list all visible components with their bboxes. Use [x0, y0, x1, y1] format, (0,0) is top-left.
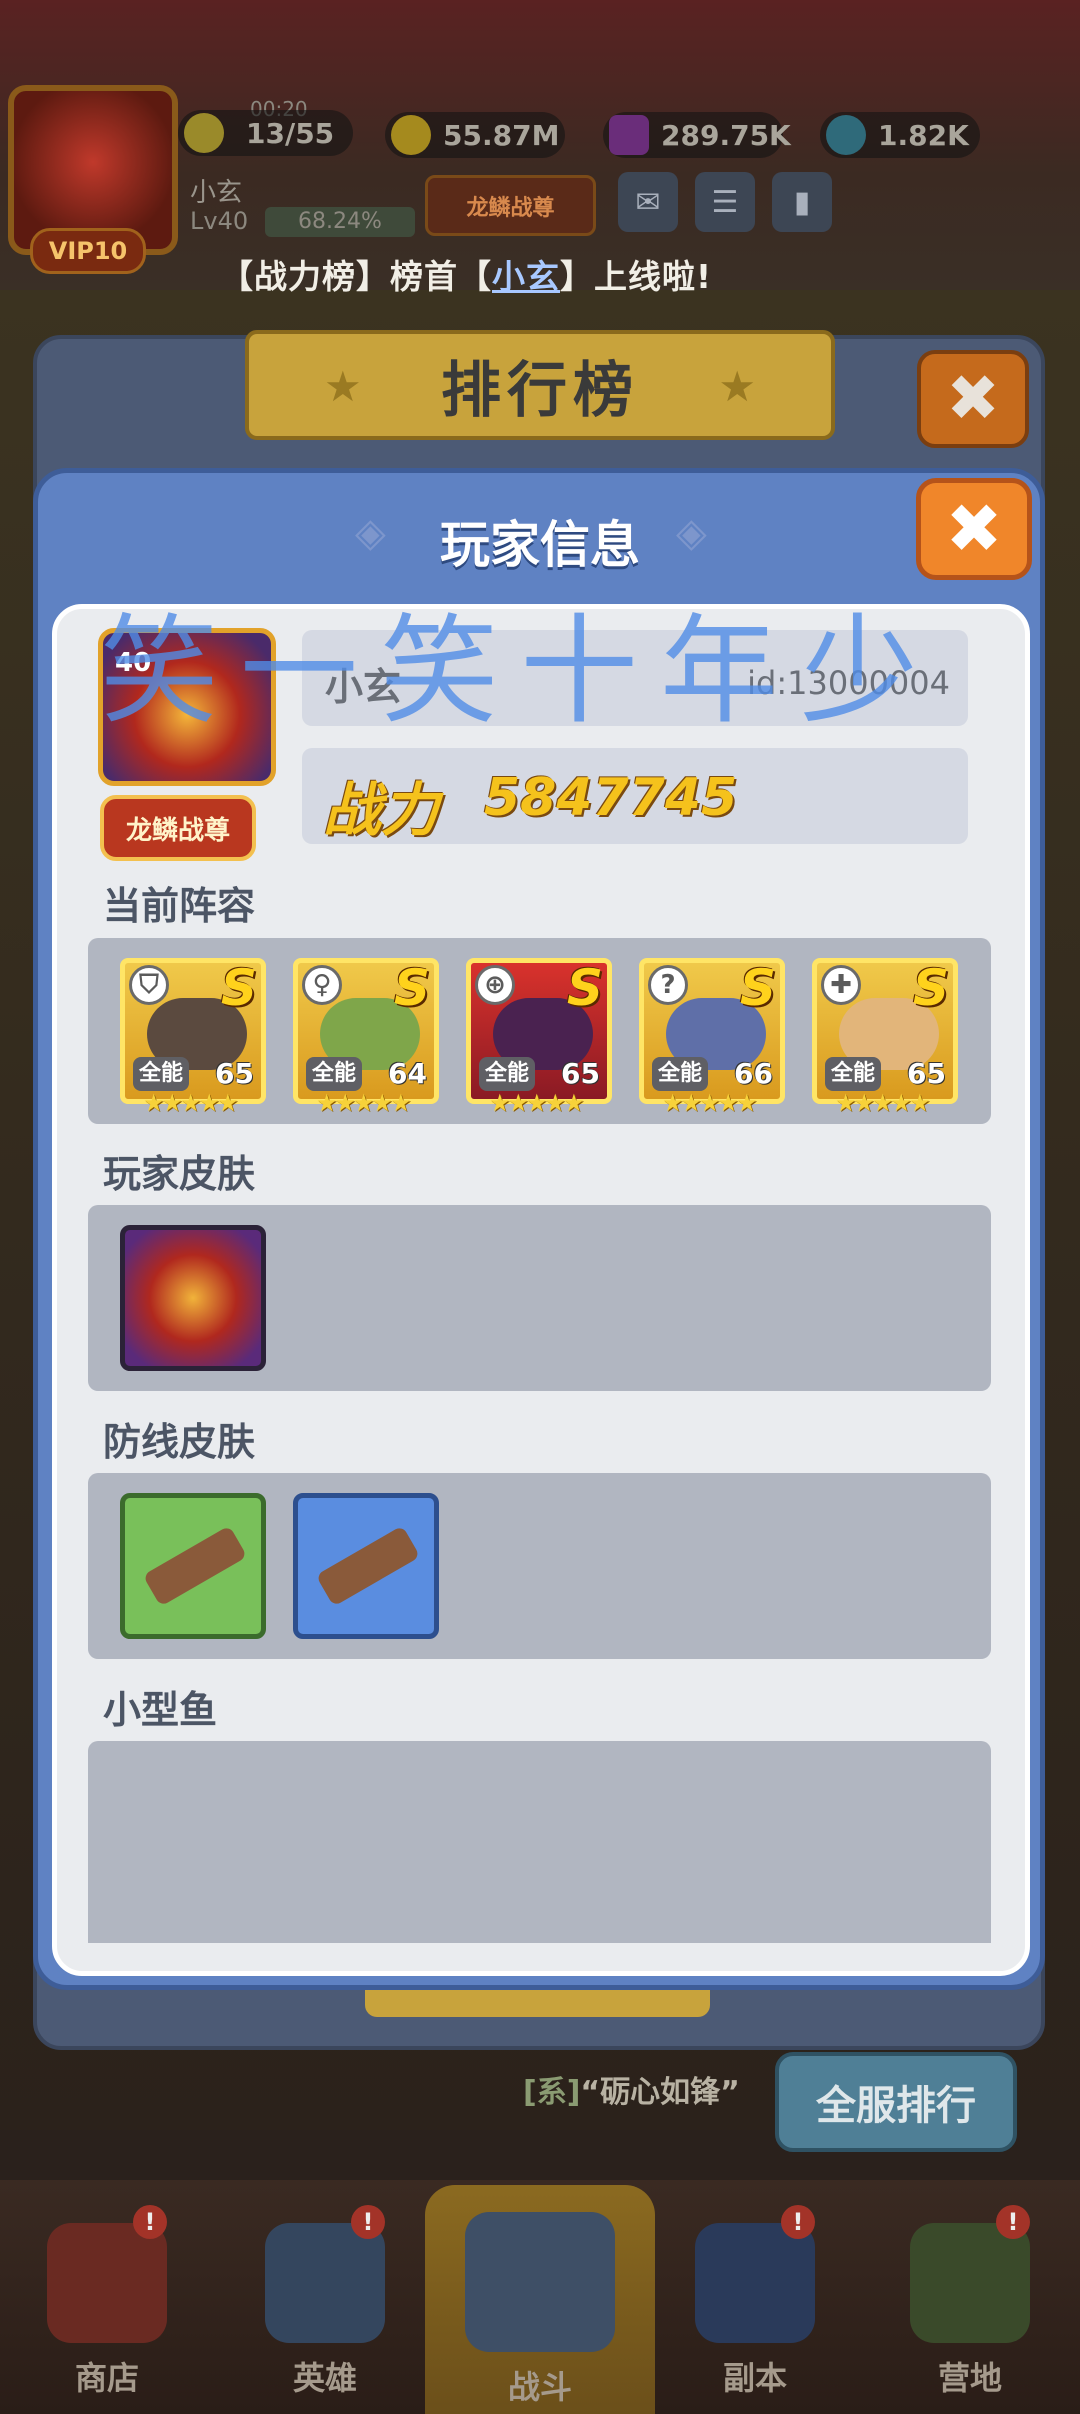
hero-card[interactable]: ? S 全能 66 ★★★★★ [639, 958, 785, 1117]
hero-grade: S [566, 959, 603, 1017]
nav-heroes[interactable]: ! 英雄 [240, 2195, 410, 2405]
camp-icon [910, 2223, 1030, 2343]
hero-stars: ★★★★★ [489, 1089, 585, 1117]
stamina-icon [184, 113, 224, 153]
stamina-counter[interactable]: 13/55 [178, 110, 353, 156]
hero-level: 66 [734, 1057, 773, 1090]
ranking-title-banner: ★ 排行榜 ★ [245, 330, 835, 440]
power-value: 5847745 [484, 768, 738, 828]
wand-icon: ? [648, 965, 688, 1005]
nav-shop[interactable]: ! 商店 [22, 2195, 192, 2405]
gold-coin-icon [391, 115, 431, 155]
dungeon-shield-icon [695, 2223, 815, 2343]
hero-level: 65 [561, 1057, 600, 1090]
lineup-section-title: 当前阵容 [103, 884, 256, 928]
shop-icon [47, 2223, 167, 2343]
small-fish-box [88, 1741, 991, 1943]
watermark-text: 笑一笑十年少 [100, 602, 941, 740]
nav-label: 副本 [722, 2359, 787, 2397]
announcement-prefix: 【战力榜】榜首【 [220, 257, 492, 296]
defense-skin-section-title: 防线皮肤 [103, 1420, 256, 1464]
diamond-icon [826, 115, 866, 155]
hero-class-tag: 全能 [652, 1057, 709, 1091]
player-title-badge: 龙鳞战尊 [100, 795, 256, 861]
hero-class-tag: 全能 [479, 1057, 536, 1091]
nav-camp[interactable]: ! 营地 [885, 2195, 1055, 2405]
gem-counter[interactable]: 289.75K [603, 112, 791, 158]
alert-badge: ! [351, 2205, 385, 2239]
alert-badge: ! [996, 2205, 1030, 2239]
ranking-chart-icon[interactable]: ▮ [772, 172, 832, 232]
hero-card[interactable]: ⊕ S 全能 65 ★★★★★ [466, 958, 612, 1117]
player-skin-item[interactable] [120, 1225, 266, 1371]
vip-badge[interactable]: VIP10 [30, 228, 146, 274]
bow-icon: ⊕ [475, 965, 515, 1005]
hero-helmet-icon [265, 2223, 385, 2343]
hud-player-level: Lv40 [190, 207, 249, 235]
hero-grade: S [393, 959, 430, 1017]
hud-title-badge[interactable]: 龙鳞战尊 [425, 175, 596, 236]
hero-stars: ★★★★★ [316, 1089, 412, 1117]
announcement-banner: 【战力榜】榜首【小玄】上线啦! [220, 250, 712, 298]
hero-card[interactable]: ⛉ S 全能 65 ★★★★★ [120, 958, 266, 1117]
player-skin-section-title: 玩家皮肤 [103, 1152, 256, 1196]
announcement-suffix: 】上线啦! [560, 257, 713, 296]
hero-grade: S [739, 959, 776, 1017]
hero-card[interactable]: ✚ S 全能 65 ★★★★★ [812, 958, 958, 1117]
nav-dungeon[interactable]: ! 副本 [670, 2195, 840, 2405]
chat-channel: [系] [523, 2075, 581, 2110]
nav-battle[interactable]: 战斗 [425, 2185, 655, 2414]
hero-grade: S [912, 959, 949, 1017]
gem-value: 289.75K [661, 118, 791, 152]
gold-counter[interactable]: 55.87M [385, 112, 565, 158]
alert-badge: ! [133, 2205, 167, 2239]
announcement-player-link[interactable]: 小玄 [492, 257, 560, 296]
crossed-swords-icon [465, 2212, 615, 2352]
nav-label: 战斗 [507, 2368, 572, 2406]
small-fish-section-title: 小型鱼 [103, 1688, 218, 1732]
exp-bar: 68.24% [265, 207, 415, 237]
hero-level: 64 [388, 1057, 427, 1090]
shield-icon: ⛉ [129, 965, 169, 1005]
mail-icon[interactable]: ✉ [618, 172, 678, 232]
hero-stars: ★★★★★ [835, 1089, 931, 1117]
hero-level: 65 [215, 1057, 254, 1090]
task-list-icon[interactable]: ☰ [695, 172, 755, 232]
stamina-value: 13/55 [246, 116, 335, 150]
hero-card[interactable]: ♀ S 全能 64 ★★★★★ [293, 958, 439, 1117]
diamond-deco-icon: ◈ [676, 510, 707, 556]
hero-stars: ★★★★★ [662, 1089, 758, 1117]
ranking-close-button[interactable]: ✖ [917, 350, 1029, 448]
hero-class-tag: 全能 [825, 1057, 882, 1091]
gold-value: 55.87M [443, 118, 560, 152]
barricade-icon [142, 1525, 248, 1607]
ranking-title: 排行榜 [441, 355, 639, 426]
hero-stars: ★★★★★ [143, 1089, 239, 1117]
hero-class-tag: 全能 [306, 1057, 363, 1091]
nav-label: 英雄 [292, 2359, 357, 2397]
diamond-counter[interactable]: 1.82K [820, 112, 980, 158]
star-icon: ★ [324, 362, 362, 411]
power-label: 战力 [323, 776, 440, 844]
modal-title: 玩家信息 [440, 516, 640, 574]
nav-label: 商店 [74, 2359, 139, 2397]
alert-badge: ! [781, 2205, 815, 2239]
star-icon: ★ [718, 362, 756, 411]
hud-player-name: 小玄 [190, 178, 243, 208]
hero-grade: S [220, 959, 257, 1017]
close-button[interactable]: ✖ [916, 478, 1032, 580]
staff-icon: ♀ [302, 965, 342, 1005]
defense-skin-item[interactable] [293, 1493, 439, 1639]
nav-label: 营地 [937, 2359, 1002, 2397]
server-ranking-button[interactable]: 全服排行 [775, 2052, 1017, 2152]
defense-skin-item[interactable] [120, 1493, 266, 1639]
diamond-value: 1.82K [878, 118, 969, 152]
purple-gem-icon [609, 115, 649, 155]
chat-message[interactable]: [系]“砺心如锋” [523, 2067, 740, 2111]
hero-level: 65 [907, 1057, 946, 1090]
chat-text: “砺心如锋” [580, 2075, 740, 2110]
barricade-icon [315, 1525, 421, 1607]
hero-class-tag: 全能 [133, 1057, 190, 1091]
cross-icon: ✚ [821, 965, 861, 1005]
